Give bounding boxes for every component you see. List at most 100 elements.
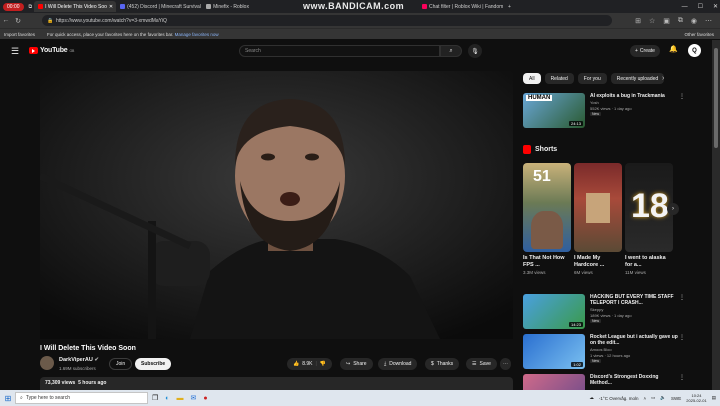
more-vert-icon[interactable]: ⋮ (679, 374, 683, 381)
new-badge: New (590, 319, 602, 323)
channel-name[interactable]: Skeppy (590, 307, 678, 312)
close-icon[interactable]: ✕ (109, 4, 113, 10)
short-thumbnail[interactable] (574, 163, 622, 252)
video-title[interactable]: AI exploits a bug in Trackmania (590, 93, 678, 99)
mail-icon[interactable]: ✉ (191, 394, 197, 402)
url-field[interactable]: 🔒 https://www.youtube.com/watch?v=3-xmwd… (42, 15, 612, 26)
notifications-icon[interactable]: ▤ (712, 395, 716, 401)
chip-related[interactable]: Related (544, 73, 574, 84)
more-actions-button[interactable]: ⋯ (500, 358, 511, 370)
shorts-icon (523, 145, 531, 154)
video-thumbnail[interactable]: 1:02 (523, 334, 585, 369)
weather-text[interactable]: -1°C Overvåg. moln (599, 396, 639, 401)
notifications-bell-icon[interactable]: 🔔 (669, 45, 678, 53)
short-item[interactable]: 51 Is That Not How FPS ... 3.3M views (523, 163, 571, 275)
youtube-logo[interactable]: YouTube GB (29, 47, 74, 54)
tab-roblox[interactable]: Minefix - Roblox (202, 1, 280, 12)
collections-icon[interactable]: ▣ (663, 17, 670, 25)
new-badge: New (590, 359, 602, 363)
taskbar-search-input[interactable]: ⌕ Type here to search (15, 392, 148, 404)
video-thumbnail[interactable]: 14:23 (523, 294, 585, 329)
search-input[interactable]: Search (239, 45, 440, 57)
tab-discord[interactable]: (452) Discord | Minecraft Survival ✕ (116, 1, 202, 12)
refresh-icon[interactable]: ↻ (12, 17, 24, 25)
tab-youtube[interactable]: I Will Delete This Video Soo ✕ (34, 1, 117, 12)
save-button[interactable]: ☰ Save (466, 358, 497, 370)
more-vert-icon[interactable]: ⋮ (679, 93, 685, 100)
list-item[interactable]: HUMAN 24:13 AI exploits a bug in Trackma… (523, 93, 685, 128)
maximize-icon[interactable]: ☐ (698, 3, 703, 10)
language-indicator[interactable]: SWE (671, 396, 681, 401)
chevron-right-icon[interactable]: › (662, 75, 664, 82)
page-scrollbar[interactable] (712, 40, 720, 390)
video-title[interactable]: Rocket League but i actually gave up on … (590, 334, 678, 346)
channel-name[interactable]: Yosh (590, 100, 678, 105)
search-button[interactable]: ⌕ (440, 45, 462, 57)
weather-icon[interactable]: ☁ (589, 395, 594, 401)
voice-search-button[interactable]: 🎙 (468, 44, 482, 58)
short-title[interactable]: Is That Not How FPS ... (523, 255, 571, 269)
join-button[interactable]: Join (109, 358, 133, 370)
new-tab-icon[interactable]: ⧉ (27, 1, 35, 12)
bandicam-watermark: www.BANDICAM.com (303, 1, 405, 11)
thumbs-down-icon[interactable]: 👎 (320, 361, 326, 367)
menu-icon[interactable]: ☰ (11, 46, 19, 57)
short-title[interactable]: I went to alaska for a... (625, 255, 673, 269)
other-favorites-button[interactable]: Other favorites (684, 32, 714, 37)
more-vert-icon[interactable]: ⋮ (679, 294, 685, 301)
more-vert-icon[interactable]: ⋮ (679, 334, 685, 341)
create-button[interactable]: + Create (630, 45, 660, 57)
short-thumbnail[interactable]: 18 (625, 163, 673, 252)
add-tab-icon[interactable]: + (504, 1, 515, 12)
list-item[interactable]: 1:02 Rocket League but i actually gave u… (523, 334, 685, 369)
short-title[interactable]: I Made My Hardcore ... (574, 255, 622, 269)
manage-favorites-link[interactable]: Manage favorites now (175, 32, 219, 37)
shorts-next-button[interactable]: › (667, 203, 679, 215)
volume-icon[interactable]: 🔈 (660, 395, 666, 401)
network-icon[interactable]: ▭ (651, 395, 655, 401)
description-box[interactable]: 73,309 views 5 hours ago (40, 377, 513, 390)
thanks-icon: $ (431, 361, 434, 367)
subscribe-button[interactable]: Subscribe (135, 358, 172, 370)
close-window-icon[interactable]: ✕ (713, 3, 718, 10)
video-player[interactable] (40, 71, 513, 339)
list-item[interactable]: 14:23 HACKING BUT EVERY TIME STAFF TELEP… (523, 294, 685, 329)
favorites-star-icon[interactable]: ☆ (649, 17, 655, 25)
thanks-button[interactable]: $ Thanks (425, 358, 460, 370)
split-screen-icon[interactable]: ⊞ (635, 17, 641, 25)
channel-name[interactable]: DarkViperAU ✔ (59, 357, 99, 363)
avatar[interactable]: Q (688, 44, 701, 57)
video-title[interactable]: Discord's Strongest Doxxing Method... (590, 374, 678, 386)
extensions-icon[interactable]: ⧉ (678, 17, 683, 25)
clock[interactable]: 10:24 2025-02-01 (686, 393, 706, 403)
plus-icon: + (635, 48, 638, 54)
short-item[interactable]: I Made My Hardcore ... 6M views (574, 163, 622, 275)
minimize-icon[interactable]: — (682, 4, 688, 10)
task-view-icon[interactable]: ❐ (152, 394, 158, 402)
more-icon[interactable]: ⋯ (705, 17, 712, 25)
video-title[interactable]: HACKING BUT EVERY TIME STAFF TELEPORT I … (590, 294, 678, 306)
windows-start-icon[interactable]: ⊞ (0, 394, 16, 403)
scrollbar-thumb[interactable] (714, 48, 718, 148)
download-button[interactable]: ⤓ Download (378, 358, 418, 370)
video-thumbnail[interactable] (523, 374, 585, 390)
short-item[interactable]: 18 I went to alaska for a... 11M views (625, 163, 673, 275)
import-favorites-button[interactable]: Import favorites (4, 32, 35, 37)
chip-all[interactable]: All (523, 73, 541, 84)
like-button[interactable]: 👍 8.9K | 👎 (287, 358, 333, 370)
bandicam-app-icon[interactable]: ● (203, 395, 207, 402)
channel-name[interactable]: Amoos Bloo (590, 347, 678, 352)
video-thumbnail[interactable]: HUMAN 24:13 (523, 93, 585, 128)
chevron-up-icon[interactable]: ˄ (643, 396, 646, 401)
short-thumbnail[interactable]: 51 (523, 163, 571, 252)
edge-browser-icon[interactable]: ◐ (165, 395, 169, 402)
file-explorer-icon[interactable]: ▬ (177, 395, 184, 402)
profile-icon[interactable]: ◉ (691, 17, 697, 25)
tab-fandom[interactable]: Chat filter | Roblox Wiki | Fandom ✕ (418, 1, 504, 12)
chip-for-you[interactable]: For you (577, 73, 607, 84)
list-item[interactable]: Discord's Strongest Doxxing Method... ⋮ (523, 374, 683, 390)
share-button[interactable]: ↪ Share (340, 358, 373, 370)
chip-recently-uploaded[interactable]: Recently uploaded (610, 73, 665, 84)
channel-avatar[interactable] (40, 356, 54, 370)
back-icon[interactable]: ← (0, 17, 12, 24)
